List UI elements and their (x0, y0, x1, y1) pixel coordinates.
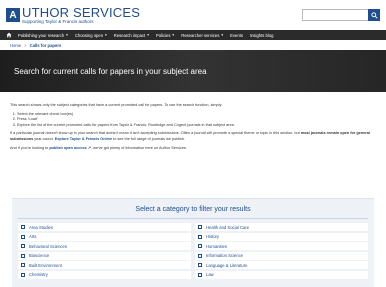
category-history[interactable]: History (195, 232, 368, 241)
category-behavioral-sciences[interactable]: Behavioral Sciences (18, 242, 191, 250)
logo-title: UTHOR SERVICES (22, 4, 141, 20)
submissions-paragraph: If a particular journal doesn't show up … (10, 131, 370, 141)
category-information-science[interactable]: Information Science (195, 251, 368, 260)
chevron-down-icon: ▾ (172, 33, 175, 37)
chevron-down-icon: ▾ (221, 33, 224, 37)
nav-research-impact[interactable]: Research impact ▾ (114, 33, 149, 38)
intro-paragraph: This search shows only the subject categ… (10, 103, 223, 107)
divider (18, 218, 368, 219)
site-header: A UTHOR SERVICES Supporting Taylor & Fra… (0, 0, 386, 30)
checkbox[interactable] (21, 263, 25, 267)
site-search (302, 9, 380, 21)
category-grid: Area Studies Health and Social Care Arts… (12, 223, 374, 279)
category-humanities[interactable]: Humanities (195, 242, 368, 250)
instruction-steps: Select the relevant check box(es) Press … (10, 112, 376, 129)
open-access-paragraph: And if you're looking to publish open ac… (10, 145, 187, 150)
checkbox[interactable] (21, 272, 25, 277)
nav-publishing-your-research[interactable]: Publishing your research ▾ (18, 33, 68, 38)
nav-policies[interactable]: Policies ▾ (156, 33, 174, 38)
breadcrumb-home[interactable]: Home (10, 43, 21, 48)
explore-tandf-link[interactable]: Explore Taylor & Francis Online (55, 137, 112, 141)
chevron-down-icon: ▾ (105, 33, 107, 37)
checkbox[interactable] (198, 253, 202, 258)
checkbox[interactable] (198, 234, 202, 239)
search-icon (370, 11, 378, 19)
filter-title: Select a category to filter your results (135, 206, 251, 213)
hero-banner: Search for current calls for papers in y… (0, 50, 386, 92)
page-title: Search for current calls for papers in y… (14, 66, 207, 76)
nav-events[interactable]: Events (230, 33, 243, 38)
checkbox[interactable] (21, 244, 25, 248)
breadcrumb-current: Calls for papers (29, 42, 62, 48)
breadcrumb-separator: > (24, 42, 27, 48)
home-icon[interactable] (6, 32, 12, 38)
category-chemistry[interactable]: Chemistry (18, 270, 191, 279)
chevron-down-icon: ▾ (66, 33, 68, 37)
search-button[interactable] (368, 9, 380, 21)
checkbox[interactable] (198, 272, 202, 277)
category-filter-panel: Select a category to filter your results… (12, 198, 374, 287)
intro-content: This search shows only the subject categ… (0, 92, 386, 151)
checkbox[interactable] (21, 253, 25, 258)
category-health-and-social-care[interactable]: Health and Social Care (195, 223, 368, 231)
publish-open-access-link[interactable]: publish open access ↗ (49, 146, 91, 150)
author-services-logo[interactable]: A UTHOR SERVICES Supporting Taylor & Fra… (6, 6, 140, 25)
category-area-studies[interactable]: Area Studies (18, 223, 191, 231)
search-input[interactable] (302, 9, 368, 21)
checkbox[interactable] (21, 234, 25, 239)
nav-researcher-services[interactable]: Researcher services ▾ (181, 33, 223, 38)
checkbox[interactable] (198, 244, 202, 248)
logo-mark: A (6, 8, 20, 22)
checkbox[interactable] (21, 225, 25, 229)
category-built-environment[interactable]: Built Environment (18, 261, 191, 269)
nav-insights-blog[interactable]: Insights blog (250, 33, 274, 38)
checkbox[interactable] (198, 263, 202, 267)
main-nav: Publishing your research ▾ Choosing open ▾… (0, 30, 386, 40)
nav-choosing-open[interactable]: Choosing open ▾ (75, 33, 107, 38)
logo-tagline: Supporting Taylor & Francis authors (22, 18, 94, 24)
category-language-literature[interactable]: Language & Literature (195, 261, 368, 269)
step-item: Explore the list of the current promoted… (17, 123, 376, 129)
category-arts[interactable]: Arts (18, 232, 191, 241)
checkbox[interactable] (198, 225, 202, 229)
category-bioscience[interactable]: Bioscience (18, 251, 191, 260)
category-law[interactable]: Law (195, 270, 368, 279)
chevron-down-icon: ▾ (147, 33, 149, 37)
breadcrumb: Home > Calls for papers (0, 40, 386, 50)
